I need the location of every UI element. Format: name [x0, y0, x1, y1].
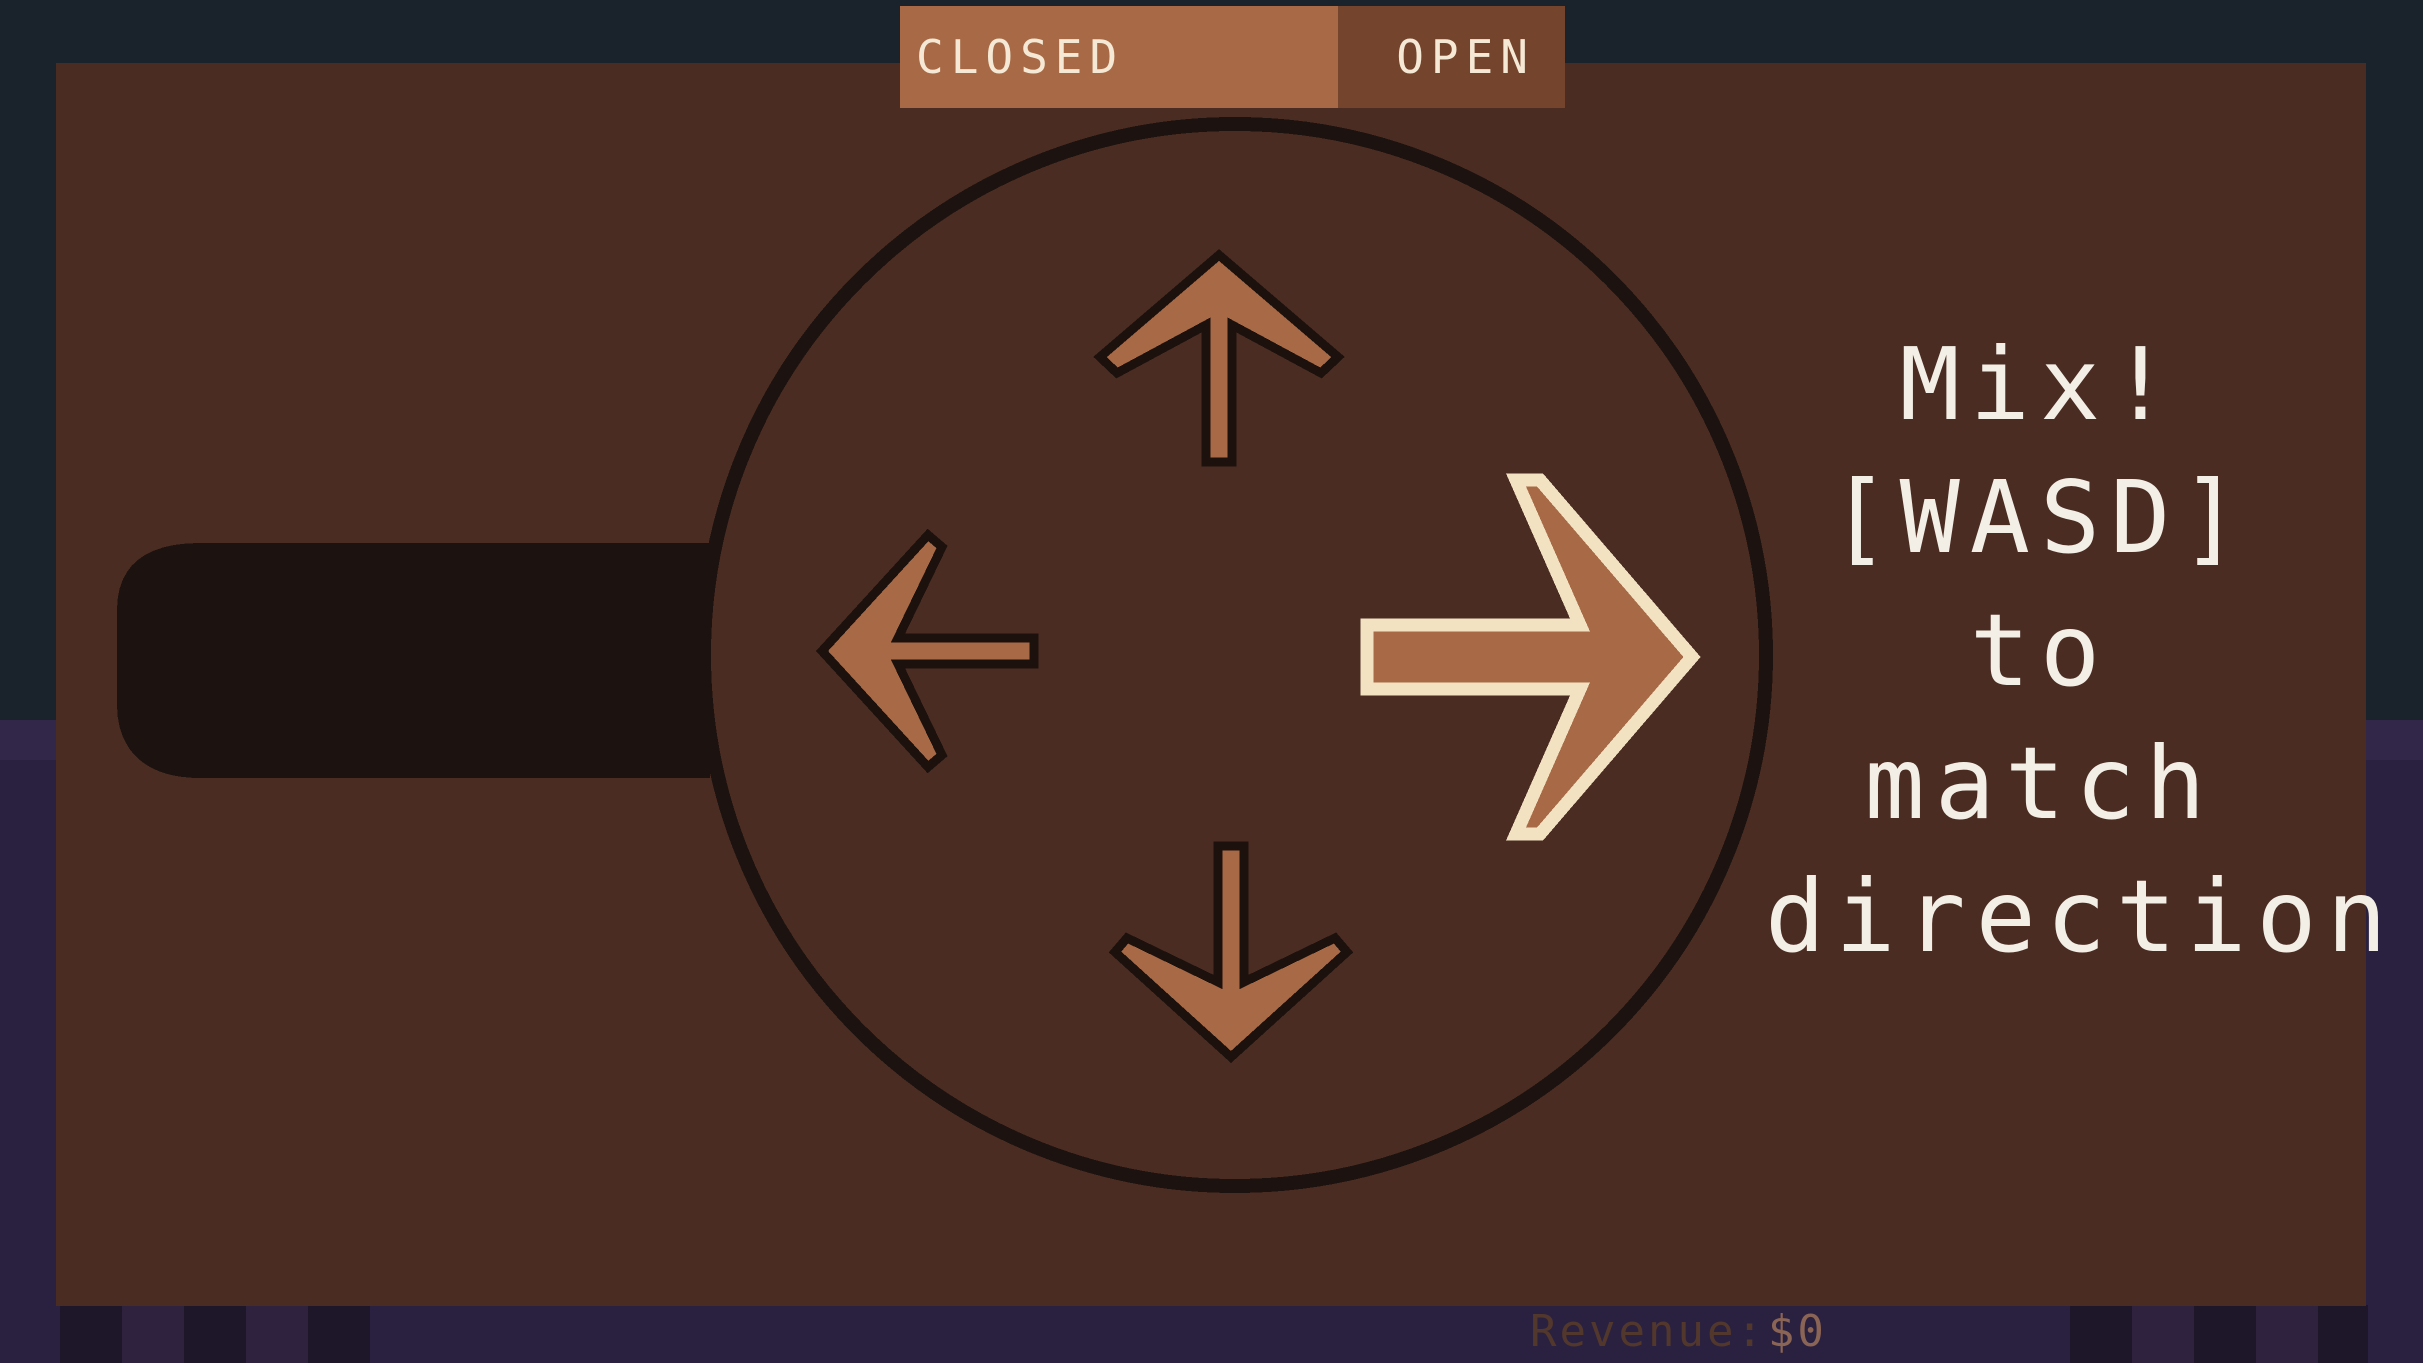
status-closed-label: CLOSED	[916, 30, 1125, 84]
instruction-line: to	[1969, 592, 2111, 709]
instruction-line: direction	[1765, 858, 2397, 975]
revenue-display: Revenue: $0	[1530, 1302, 1827, 1360]
revenue-label: Revenue:	[1530, 1305, 1766, 1357]
instruction-line: Mix!	[1899, 326, 2181, 443]
pan-handle	[117, 543, 710, 778]
instruction-line: [WASD]	[1829, 459, 2251, 576]
checker-floor-right	[2070, 1305, 2368, 1363]
shop-status-toggle[interactable]: CLOSED OPEN	[900, 6, 1565, 108]
instruction-line: match	[1864, 725, 2216, 842]
revenue-value: $0	[1767, 1305, 1827, 1357]
status-open-option[interactable]: OPEN	[1338, 6, 1565, 108]
status-open-label: OPEN	[1396, 30, 1535, 84]
checker-floor-left	[60, 1305, 370, 1363]
instruction-text: Mix! [WASD] to match direction	[1765, 318, 2397, 983]
status-closed-option[interactable]: CLOSED	[900, 6, 1338, 108]
